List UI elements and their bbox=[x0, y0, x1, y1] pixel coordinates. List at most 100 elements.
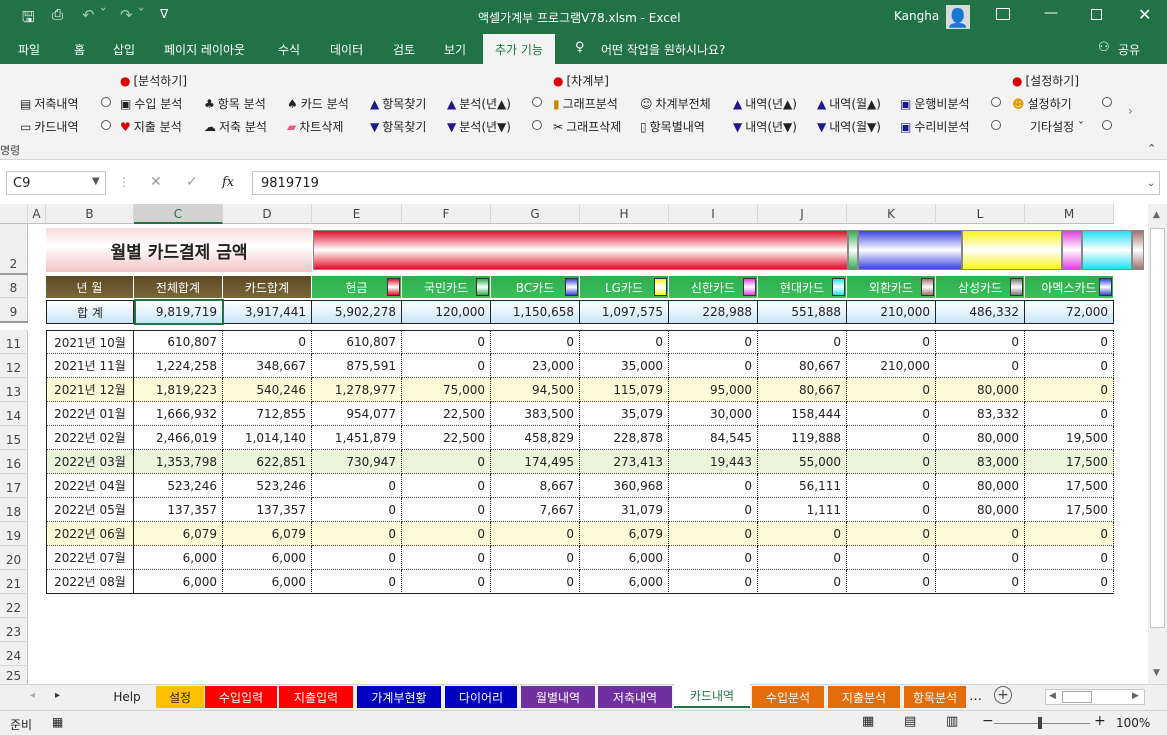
table-cell[interactable]: 2022년 08월 bbox=[46, 570, 134, 594]
table-cell[interactable]: 83,332 bbox=[936, 402, 1025, 426]
table-cell[interactable]: 2022년 01월 bbox=[46, 402, 134, 426]
column-header-d[interactable]: D bbox=[223, 204, 312, 224]
table-cell[interactable]: 83,000 bbox=[936, 450, 1025, 474]
table-cell[interactable]: 158,444 bbox=[758, 402, 847, 426]
table-cell[interactable]: 0 bbox=[402, 450, 491, 474]
table-cell[interactable]: 80,000 bbox=[936, 474, 1025, 498]
table-cell[interactable]: 56,111 bbox=[758, 474, 847, 498]
cancel-icon[interactable]: ✕ bbox=[150, 174, 162, 190]
row-header[interactable]: 25 bbox=[0, 666, 28, 686]
column-header-k[interactable]: K bbox=[847, 204, 936, 224]
btn-delete-graph[interactable]: ✂ 그래프삭제 bbox=[553, 118, 621, 135]
sheet-tab[interactable]: Help bbox=[101, 686, 153, 708]
column-header-g[interactable]: G bbox=[491, 204, 580, 224]
table-cell[interactable]: 6,000 bbox=[223, 570, 312, 594]
table-cell[interactable]: 0 bbox=[758, 570, 847, 594]
table-cell[interactable]: 0 bbox=[847, 450, 936, 474]
tell-me-search[interactable]: 어떤 작업을 원하시나요? bbox=[601, 41, 725, 58]
table-cell[interactable]: 610,807 bbox=[134, 330, 223, 354]
table-cell[interactable]: 95,000 bbox=[669, 378, 758, 402]
table-cell[interactable]: 523,246 bbox=[223, 474, 312, 498]
radio-marker[interactable] bbox=[1102, 120, 1112, 130]
undo-icon[interactable]: ↶ ˇ bbox=[82, 6, 107, 24]
table-cell[interactable]: 210,000 bbox=[847, 354, 936, 378]
tab-formulas[interactable]: 수식 bbox=[278, 41, 300, 58]
namebox-dropdown-icon[interactable]: ▼ bbox=[92, 176, 100, 187]
sheet-next-icon[interactable]: ▸ bbox=[55, 690, 60, 701]
table-cell[interactable]: 0 bbox=[847, 546, 936, 570]
customize-qat-icon[interactable]: ᐁ bbox=[160, 7, 168, 21]
table-cell[interactable]: 31,079 bbox=[580, 498, 669, 522]
save-icon[interactable]: 🖫 bbox=[22, 7, 35, 32]
table-cell[interactable]: 2022년 03월 bbox=[46, 450, 134, 474]
btn-history-month-down[interactable]: ▼ 내역(월▼) bbox=[817, 118, 881, 135]
table-cell[interactable]: 0 bbox=[491, 330, 580, 354]
table-cell[interactable]: 0 bbox=[936, 546, 1025, 570]
normal-view-icon[interactable]: ▦ bbox=[862, 714, 874, 729]
table-cell[interactable]: 6,079 bbox=[134, 522, 223, 546]
scroll-up-icon[interactable]: ▲ bbox=[1153, 210, 1160, 220]
sheet-tab[interactable]: 수입분석 bbox=[752, 686, 824, 708]
zoom-slider-thumb[interactable] bbox=[1038, 717, 1042, 729]
table-cell[interactable]: 6,079 bbox=[223, 522, 312, 546]
sheet-prev-icon[interactable]: ◂ bbox=[30, 690, 35, 701]
page-layout-view-icon[interactable]: ▤ bbox=[904, 714, 916, 729]
table-cell[interactable]: 0 bbox=[491, 570, 580, 594]
table-cell[interactable]: 0 bbox=[758, 546, 847, 570]
table-cell[interactable]: 0 bbox=[669, 498, 758, 522]
page-break-view-icon[interactable]: ▥ bbox=[946, 714, 958, 729]
table-cell[interactable]: 2,466,019 bbox=[134, 426, 223, 450]
table-cell[interactable]: 1,666,932 bbox=[134, 402, 223, 426]
zoom-in-icon[interactable]: + bbox=[1094, 713, 1106, 729]
tab-addins[interactable]: 추가 기능 bbox=[483, 34, 555, 64]
btn-driving-cost[interactable]: ▣ 운행비분석 bbox=[900, 95, 970, 112]
table-cell[interactable]: 0 bbox=[1025, 402, 1114, 426]
table-cell[interactable]: 0 bbox=[847, 522, 936, 546]
table-cell[interactable]: 35,079 bbox=[580, 402, 669, 426]
table-cell[interactable]: 2022년 05월 bbox=[46, 498, 134, 522]
sheet-tab[interactable]: 월별내역 bbox=[521, 686, 595, 708]
table-cell[interactable]: 0 bbox=[1025, 354, 1114, 378]
table-cell[interactable]: 7,667 bbox=[491, 498, 580, 522]
table-cell[interactable]: 383,500 bbox=[491, 402, 580, 426]
btn-repair-cost[interactable]: ▣ 수리비분석 bbox=[900, 118, 970, 135]
redo-icon[interactable]: ↷ ˇ bbox=[120, 6, 145, 24]
scroll-thumb[interactable] bbox=[1150, 228, 1165, 628]
sheet-tab[interactable]: 저축내역 bbox=[598, 686, 672, 708]
tab-file[interactable]: 파일 bbox=[18, 41, 40, 58]
sheet-tab[interactable]: 지출분석 bbox=[828, 686, 900, 708]
tab-data[interactable]: 데이터 bbox=[330, 41, 363, 58]
close-icon[interactable]: ✕ bbox=[1138, 5, 1151, 24]
row-header[interactable]: 15 bbox=[0, 426, 28, 450]
table-cell[interactable]: 0 bbox=[402, 570, 491, 594]
btn-delete-chart[interactable]: ▰ 차트삭제 bbox=[287, 118, 343, 135]
table-cell[interactable]: 2021년 12월 bbox=[46, 378, 134, 402]
table-cell[interactable]: 0 bbox=[847, 330, 936, 354]
row-header[interactable]: 18 bbox=[0, 498, 28, 522]
table-cell[interactable]: 730,947 bbox=[312, 450, 402, 474]
table-cell[interactable]: 80,667 bbox=[758, 354, 847, 378]
row-header[interactable]: 11 bbox=[0, 330, 28, 354]
table-cell[interactable]: 6,000 bbox=[580, 570, 669, 594]
table-cell[interactable]: 55,000 bbox=[758, 450, 847, 474]
btn-settings[interactable]: ☻ 설정하기 bbox=[1012, 95, 1072, 112]
zoom-out-icon[interactable]: − bbox=[982, 713, 994, 729]
column-header-i[interactable]: I bbox=[669, 204, 758, 224]
table-cell[interactable]: 228,878 bbox=[580, 426, 669, 450]
table-cell[interactable]: 2021년 11월 bbox=[46, 354, 134, 378]
table-cell[interactable]: 22,500 bbox=[402, 402, 491, 426]
tab-view[interactable]: 보기 bbox=[444, 41, 466, 58]
btn-card-analysis[interactable]: ♠ 카드 분석 bbox=[287, 95, 349, 112]
table-cell[interactable]: 1,111 bbox=[758, 498, 847, 522]
table-cell[interactable]: 0 bbox=[312, 570, 402, 594]
table-cell[interactable]: 137,357 bbox=[223, 498, 312, 522]
sheet-tab[interactable]: 설정 bbox=[156, 686, 204, 708]
horizontal-scrollbar[interactable]: ◀ ▶ bbox=[1045, 689, 1145, 705]
row-header[interactable]: 24 bbox=[0, 642, 28, 666]
table-cell[interactable]: 0 bbox=[580, 330, 669, 354]
scroll-down-icon[interactable]: ▼ bbox=[1153, 668, 1160, 678]
row-header[interactable]: 22 bbox=[0, 594, 28, 618]
column-header-f[interactable]: F bbox=[402, 204, 491, 224]
table-cell[interactable]: 523,246 bbox=[134, 474, 223, 498]
ribbon-scroll-right-icon[interactable]: › bbox=[1128, 104, 1133, 118]
